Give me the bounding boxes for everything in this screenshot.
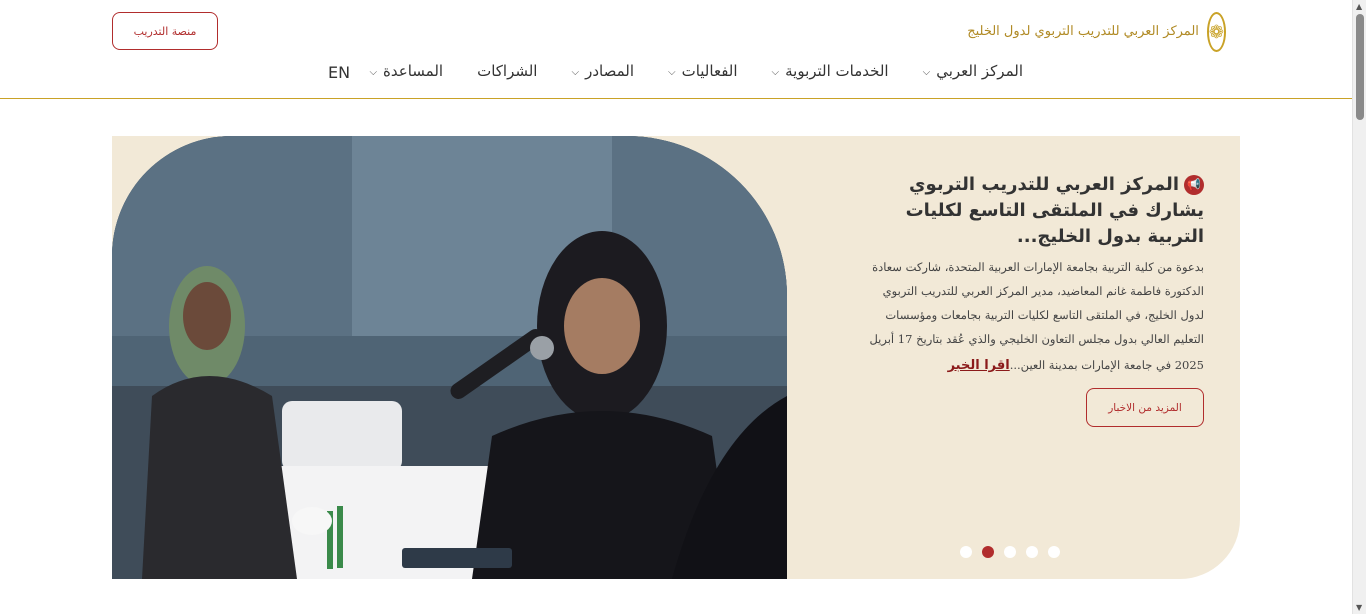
more-news-button[interactable]: المزيد من الاخبار: [1086, 388, 1204, 427]
slider-dot[interactable]: [1004, 546, 1016, 558]
news-slider: 📢المركز العربي للتدريب التربوي يشارك في …: [112, 136, 1240, 579]
slider-dot[interactable]: [960, 546, 972, 558]
chevron-down-icon: ⌵: [571, 66, 580, 78]
nav-item-label: الخدمات التربوية: [785, 62, 889, 80]
slider-dot[interactable]: [1026, 546, 1038, 558]
nav-item-label: الفعاليات: [681, 62, 738, 80]
language-switch[interactable]: EN: [328, 63, 350, 82]
megaphone-icon: 📢: [1184, 175, 1204, 195]
news-photo: [112, 136, 787, 579]
nav-item-educational-services[interactable]: الخدمات التربوية ⌵: [772, 62, 889, 80]
scroll-up-icon[interactable]: ▲: [1356, 2, 1362, 11]
chevron-down-icon: ⌵: [668, 66, 676, 78]
site-header: ❁ المركز العربي للتدريب التربوي لدول الخ…: [0, 0, 1352, 99]
slider-dot[interactable]: [1048, 546, 1060, 558]
nav-item-events[interactable]: الفعاليات ⌵: [668, 62, 738, 80]
chevron-down-icon: ⌵: [771, 66, 780, 78]
nav-item-help[interactable]: المساعدة ⌵: [369, 62, 443, 80]
news-excerpt: بدعوة من كلية التربية بجامعة الإمارات ال…: [869, 260, 1204, 373]
slider-dot-active[interactable]: [982, 546, 994, 558]
logo-text: المركز العربي للتدريب التربوي لدول الخلي…: [967, 24, 1199, 40]
emblem-icon: ❁: [1206, 12, 1226, 52]
training-platform-button[interactable]: منصة التدريب: [112, 12, 218, 50]
scroll-down-icon[interactable]: ▼: [1356, 603, 1362, 612]
chevron-down-icon: ⌵: [922, 66, 931, 78]
main-nav: المركز العربي ⌵ الخدمات التربوية ⌵ الفعا…: [335, 62, 1023, 80]
nav-item-arab-center[interactable]: المركز العربي ⌵: [923, 62, 1023, 80]
nav-item-partnerships[interactable]: الشراكات: [477, 62, 537, 80]
news-text: 📢المركز العربي للتدريب التربوي يشارك في …: [859, 172, 1204, 379]
read-more-link[interactable]: اقرا الخبر: [948, 358, 1010, 373]
nav-item-label: المصادر: [585, 62, 634, 80]
nav-item-label: المركز العربي: [936, 62, 1023, 80]
news-headline[interactable]: 📢المركز العربي للتدريب التربوي يشارك في …: [859, 172, 1204, 250]
scroll-thumb[interactable]: [1356, 14, 1364, 120]
nav-item-label: المساعدة: [383, 62, 444, 80]
nav-item-resources[interactable]: المصادر ⌵: [571, 62, 634, 80]
chevron-down-icon: ⌵: [369, 66, 378, 78]
nav-item-label: الشراكات: [477, 62, 538, 80]
site-logo[interactable]: ❁ المركز العربي للتدريب التربوي لدول الخ…: [967, 10, 1226, 54]
slider-dots: [960, 546, 1060, 558]
page-scrollbar[interactable]: ▲ ▼: [1352, 0, 1366, 614]
